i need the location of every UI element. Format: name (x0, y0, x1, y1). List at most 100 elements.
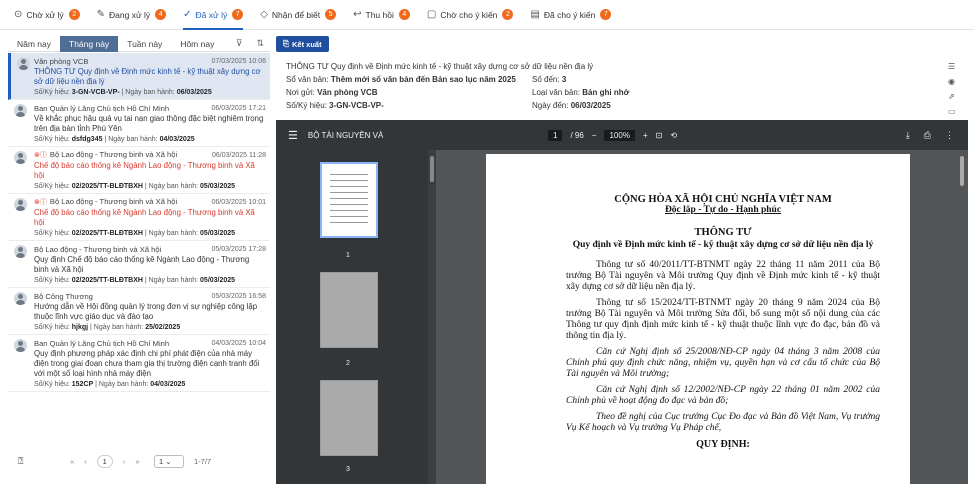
document-meta: Số/Ký hiệu: dsfdg345 | Ngày ban hành: 04… (34, 136, 195, 143)
thumbnail-page-3[interactable] (320, 380, 378, 456)
zoom-out-icon[interactable]: − (592, 131, 597, 140)
avatar (14, 198, 27, 211)
eye-icon[interactable]: ◉ (948, 77, 956, 86)
document-list: Văn phòng VCB 07/03/2025 10:06 THÔNG TƯ Qu… (8, 53, 270, 392)
sender-org: Bộ Lao động - Thương binh và Xã hội (34, 244, 162, 254)
print-icon[interactable]: ⎙ (924, 130, 931, 141)
ngay-den: Ngày đến: 06/03/2025 (532, 101, 611, 110)
pdf-filename: BỘ TÀI NGUYÊN VÀ (307, 130, 384, 140)
sender-org: Ban Quản lý Lăng Chủ tịch Hồ Chí Minh (34, 338, 170, 348)
pdf-paragraph: Thông tư số 40/2011/TT-BTNMT ngày 22 thá… (566, 260, 880, 292)
thumbnail-label: 1 (346, 252, 350, 259)
pdf-viewer: ☰ BỘ TÀI NGUYÊN VÀ 1 / 96 − 100% + ⊡ ⟲ ⤓… (276, 120, 968, 484)
tab-4[interactable]: ◇ Nhận để biết 5 (260, 0, 337, 30)
help-icon[interactable]: ⍰ (18, 456, 23, 467)
filter-icon[interactable]: ⊽ (236, 38, 243, 49)
side-actions: ☰ ◉ ⇗ ▭ (948, 62, 956, 116)
tab-label: Đang xử lý (109, 9, 151, 20)
pdf-section-heading: QUY ĐỊNH: (696, 439, 750, 450)
prev-page-icon[interactable]: ‹ (84, 457, 87, 466)
received-date: 06/03/2025 11:28 (212, 151, 266, 159)
pdf-zoom-level[interactable]: 100% (604, 129, 635, 141)
tab-label: Nhận để biết (271, 9, 321, 20)
tab-label: Chờ cho ý kiến (440, 9, 498, 20)
sort-icon[interactable]: ⇅ (256, 38, 264, 49)
tab-2[interactable]: ✎ Đang xử lý 4 (97, 0, 167, 30)
thumbnail-label: 2 (346, 360, 350, 367)
pdf-page-total: / 96 (570, 130, 584, 140)
flag-icons: ⊗ⓘ (34, 199, 47, 206)
tab-count-badge: 7 (232, 9, 244, 20)
filter-this-month[interactable]: Tháng này (60, 35, 119, 52)
thumbnail-label: 3 (346, 466, 350, 473)
pdf-page: CỘNG HÒA XÃ HỘI CHỦ NGHĨA VIỆT NAM Độc l… (486, 154, 910, 484)
tab-7[interactable]: ▤ Đã cho ý kiến 7 (530, 0, 612, 30)
pagination: ⍰ « ‹ 1 › » 1 ⌄ 1-7/7 (8, 450, 270, 472)
next-page-icon[interactable]: › (123, 457, 126, 466)
page-size-select[interactable]: 1 ⌄ (154, 454, 184, 468)
received-date: 06/03/2025 10:01 (211, 198, 267, 206)
page-number[interactable]: 1 (96, 454, 113, 468)
list-item[interactable]: Văn phòng VCB 07/03/2025 10:06 THÔNG TƯ Qu… (8, 53, 270, 100)
sender-org: ⊗ⓘ Bộ Lao động - Thương binh và Xã hội (34, 150, 178, 159)
tab-3[interactable]: ✓ Đã xử lý 7 (183, 0, 244, 30)
last-page-icon[interactable]: » (135, 457, 139, 466)
document-meta: Số/Ký hiệu: 3-GN-VCB-VP- | Ngày ban hành… (34, 89, 212, 96)
forward-icon[interactable]: ⇗ (948, 92, 956, 101)
pdf-scrollbar[interactable] (958, 150, 966, 484)
first-page-icon[interactable]: « (70, 457, 74, 466)
tag-icon: ◇ (260, 9, 268, 20)
rotate-icon[interactable]: ⟲ (670, 131, 677, 140)
export-button[interactable]: ⎘ Kết xuất (276, 36, 329, 52)
thumbnail-scrollbar[interactable] (428, 150, 436, 484)
sender-org: ⊗ⓘ Bộ Lao động - Thương binh và Xã hội (34, 197, 178, 206)
download-icon[interactable]: ⤓ (906, 130, 910, 141)
so-van-ban: Sổ văn bản: Thêm mới sổ văn bản đến Bản … (286, 75, 516, 84)
document-title: Chế độ báo cáo thống kê Ngành Lao động -… (34, 208, 255, 227)
document-title: THÔNG TƯ Quy định về Định mức kinh tế - … (34, 67, 261, 86)
status-tabs: ⊙ Chờ xử lý 2 ✎ Đang xử lý 4 ✓ Đã xử lý 7 ◇ Nhận đ… (0, 0, 974, 30)
document-info: THÔNG TƯ Quy định về Định mức kinh tế - … (286, 62, 946, 110)
tab-5[interactable]: ↩ Thu hồi 4 (353, 0, 410, 30)
received-date: 04/03/2025 10:04 (211, 339, 267, 347)
received-date: 07/03/2025 10:06 (211, 57, 267, 65)
tab-count-badge: 7 (600, 9, 612, 20)
comment-icon: ▢ (426, 9, 437, 20)
return-icon: ↩ (353, 9, 362, 20)
received-date: 05/03/2025 16:58 (211, 292, 267, 300)
list-icon[interactable]: ☰ (948, 62, 956, 71)
pdf-paragraph: Thông tư số 15/2024/TT-BTNMT ngày 20 thá… (566, 298, 880, 341)
document-title: Hướng dẫn về Hội đồng quản lý trong đơn … (34, 302, 258, 321)
more-icon[interactable]: ⋮ (945, 130, 954, 141)
tab-6[interactable]: ▢ Chờ cho ý kiến 2 (427, 0, 514, 30)
sender-org: Văn phòng VCB (34, 56, 89, 66)
filter-this-year[interactable]: Năm nay (8, 36, 60, 52)
document-title: Quy định phương pháp xác định chi phí ph… (34, 349, 260, 378)
fit-page-icon[interactable]: ⊡ (656, 131, 663, 140)
list-item[interactable]: Bộ Công Thương 05/03/2025 16:58 Hướng dẫn … (8, 288, 270, 335)
pdf-doc-subject: Quy định về Định mức kinh tế - kỹ thuật … (572, 240, 874, 250)
list-item[interactable]: ⊗ⓘ Bộ Lao động - Thương binh và Xã hội 06/… (8, 147, 270, 194)
filter-today[interactable]: Hôm nay (171, 36, 223, 52)
thumbnail-page-2[interactable] (320, 272, 378, 348)
list-item[interactable]: ⊗ⓘ Bộ Lao động - Thương binh và Xã hội 06/… (8, 194, 270, 241)
document-title: Quy định Chế độ báo cáo thống kê Ngành L… (34, 255, 250, 274)
avatar (14, 292, 27, 305)
thumbnail-page-1[interactable] (320, 162, 378, 238)
noi-gui: Nơi gửi: Văn phòng VCB (286, 88, 378, 97)
document-list-panel: Năm nay Tháng này Tuần này Hôm nay ⊽ ⇅ V… (8, 35, 270, 478)
zoom-in-icon[interactable]: + (643, 131, 648, 140)
list-item[interactable]: Bộ Lao động - Thương binh và Xã hội 05/03… (8, 241, 270, 288)
pdf-page-input[interactable]: 1 (548, 129, 563, 141)
list-item[interactable]: Ban Quản lý Lăng Chủ tịch Hồ Chí Minh 06/… (8, 100, 270, 147)
inbox-icon: ⊙ (14, 9, 23, 20)
avatar (14, 245, 27, 258)
chat-icon[interactable]: ▭ (948, 107, 956, 116)
so-den: Số đến: 3 (532, 75, 567, 84)
tab-1[interactable]: ⊙ Chờ xử lý 2 (14, 0, 80, 30)
pdf-paragraph: Căn cứ Nghị định số 12/2002/NĐ-CP ngày 2… (566, 385, 880, 406)
filter-this-week[interactable]: Tuần này (118, 36, 171, 52)
list-item[interactable]: Ban Quản lý Lăng Chủ tịch Hồ Chí Minh 04/… (8, 335, 270, 392)
menu-icon[interactable]: ☰ (288, 129, 298, 142)
document-meta: Số/Ký hiệu: hjkgj | Ngày ban hành: 25/02… (34, 324, 181, 331)
